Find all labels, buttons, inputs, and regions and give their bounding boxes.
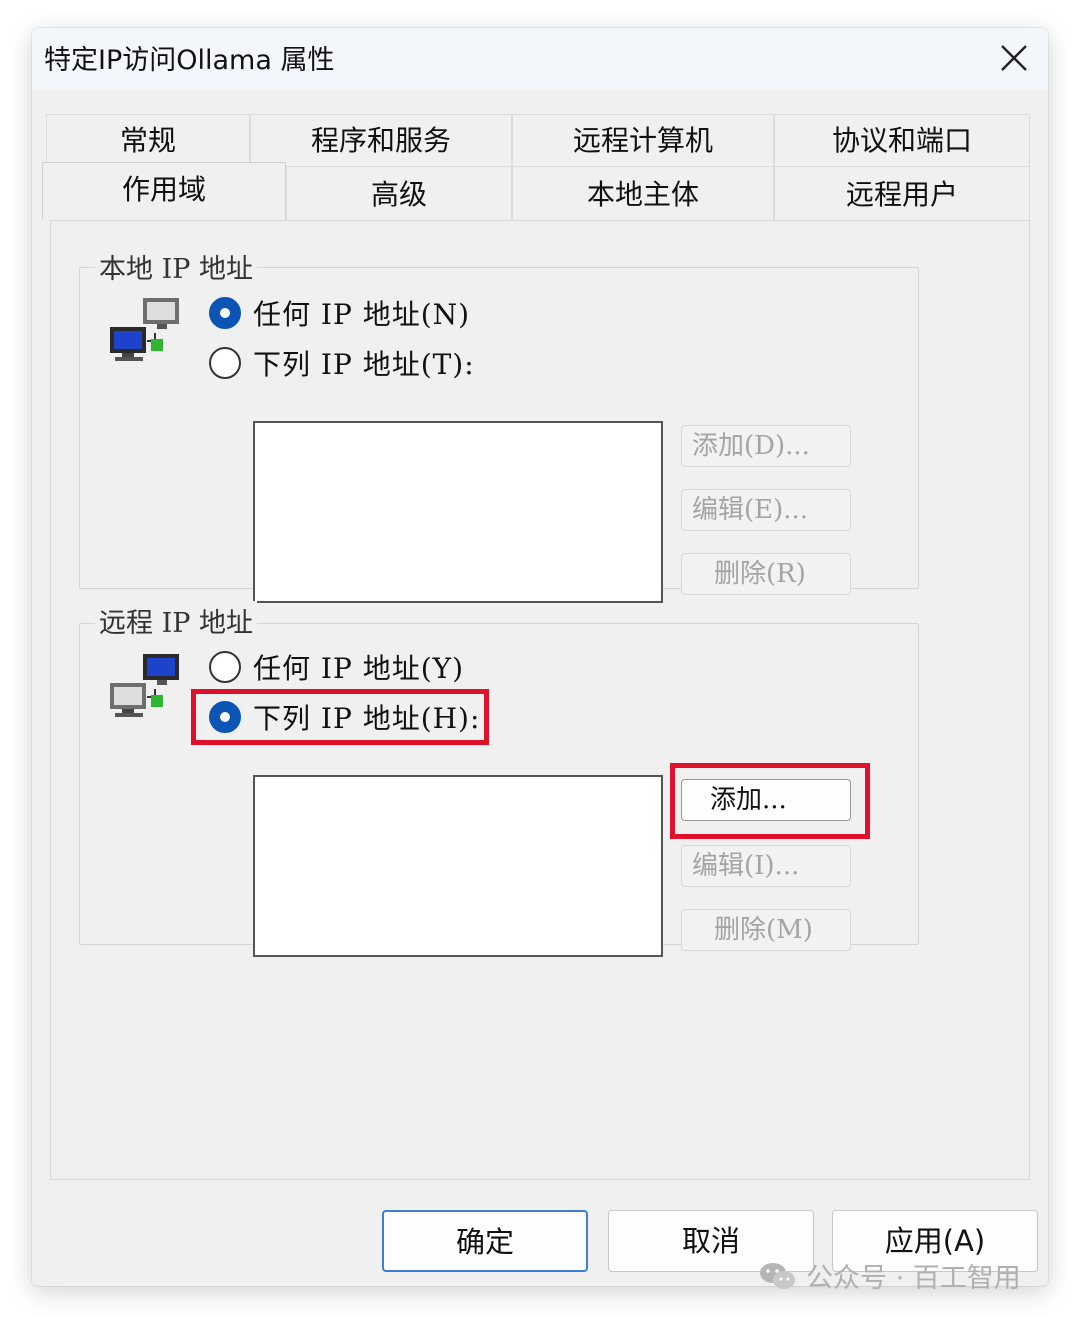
wechat-icon [760,1262,795,1289]
properties-dialog: 特定IP访问Ollama 属性 常规 程序和服务 远程计算机 协议和端口 作用域… [32,28,1048,1286]
tab-protocols-ports[interactable]: 协议和端口 [774,114,1030,166]
local-delete-button[interactable]: 删除(R) [681,553,851,595]
local-list-ip-radio[interactable]: 下列 IP 地址(T): [209,343,475,383]
tab-programs-services[interactable]: 程序和服务 [250,114,512,166]
window-title: 特定IP访问Ollama 属性 [44,45,335,76]
remote-list-ip-highlight [191,689,489,745]
remote-any-ip-label: 任何 IP 地址(Y) [253,652,465,685]
local-ip-legend: 本地 IP 地址 [95,247,257,286]
local-any-ip-radio[interactable]: 任何 IP 地址(N) [209,293,470,333]
radio-button-unchecked[interactable] [209,651,241,683]
tab-remote-computers[interactable]: 远程计算机 [512,114,774,166]
tab-remote-users[interactable]: 远程用户 [774,166,1030,222]
ok-button[interactable]: 确定 [382,1210,588,1272]
local-any-ip-label: 任何 IP 地址(N) [253,298,471,331]
remote-ip-legend: 远程 IP 地址 [95,601,257,640]
remote-any-ip-radio[interactable]: 任何 IP 地址(Y) [209,647,464,687]
network-computers-icon [110,298,179,361]
tab-scope[interactable]: 作用域 [42,162,286,220]
close-icon [1001,45,1027,71]
local-edit-button[interactable]: 编辑(E)... [681,489,851,531]
tab-advanced[interactable]: 高级 [286,166,512,222]
remote-delete-button[interactable]: 删除(M) [681,909,851,951]
remote-edit-button[interactable]: 编辑(I)... [681,845,851,887]
scope-tab-panel: 本地 IP 地址 任何 IP 地址(N) 下列 IP 地址(T): 添加(D).… [50,220,1030,1180]
close-button[interactable] [994,38,1034,78]
radio-button-checked[interactable] [209,297,241,329]
watermark-text: 公众号 · 百工智用 [806,1263,1021,1294]
network-computers-icon [110,654,179,717]
local-list-ip-label: 下列 IP 地址(T): [253,348,475,381]
local-ip-listbox[interactable] [253,421,663,603]
watermark: 公众号 · 百工智用 [758,1256,1021,1295]
radio-button-unchecked[interactable] [209,347,241,379]
tab-general[interactable]: 常规 [46,114,250,166]
local-add-button[interactable]: 添加(D)... [681,425,851,467]
tab-local-principals[interactable]: 本地主体 [512,166,774,222]
remote-ip-listbox[interactable] [253,775,663,957]
remote-add-highlight [670,763,870,839]
title-bar: 特定IP访问Ollama 属性 [32,28,1048,90]
